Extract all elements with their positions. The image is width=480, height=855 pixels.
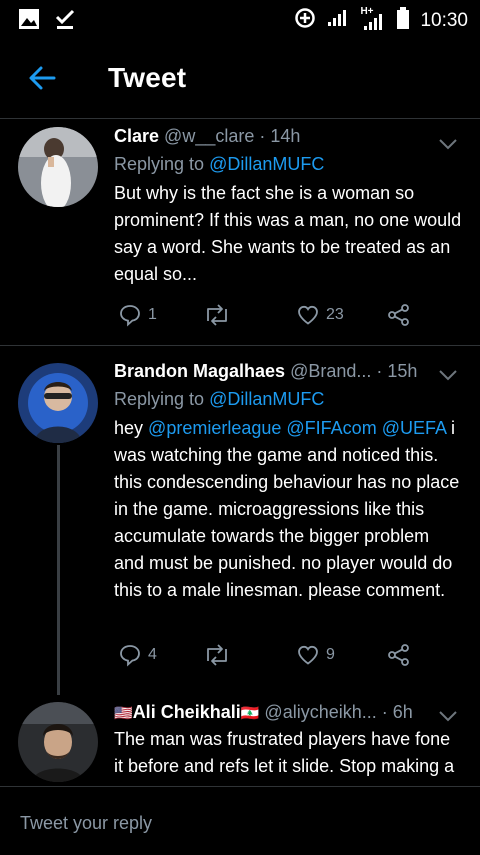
signal-icon <box>326 8 350 33</box>
tweet-text: hey @premierleague @FIFAcom @UEFA i was … <box>114 415 464 604</box>
tweet-item[interactable]: Clare @w__clare · 14h Replying to @Dilla… <box>0 119 480 345</box>
tweet-text: The man was frustrated players have fone… <box>114 729 455 785</box>
signal-hplus-icon: H+ <box>360 6 386 32</box>
arrow-left-icon <box>29 66 56 90</box>
tweet-time: · 14h <box>259 126 301 146</box>
mention-link[interactable]: @UEFA <box>382 418 446 438</box>
page-title: Tweet <box>108 62 187 93</box>
network-type-label: H+ <box>360 5 374 17</box>
tweet-text: But why is the fact she is a woman so pr… <box>114 183 462 284</box>
avatar[interactable] <box>18 127 98 207</box>
author-name[interactable]: Clare <box>114 126 159 146</box>
tweet-header: Clare @w__clare · 14h <box>114 124 464 148</box>
author-handle[interactable]: @w__clare <box>164 126 254 146</box>
tweet-actions: 4 9 <box>114 640 434 670</box>
like-count: 23 <box>326 306 344 323</box>
avatar[interactable] <box>18 363 98 443</box>
tweet-text-segment: hey <box>114 418 144 438</box>
share-button[interactable] <box>386 640 412 670</box>
share-button[interactable] <box>386 300 412 330</box>
retweet-icon <box>207 304 227 326</box>
replying-to: Replying to @DillanMUFC <box>114 387 464 411</box>
author-handle[interactable]: @Brand... <box>290 361 371 381</box>
heart-icon <box>298 645 318 665</box>
like-button[interactable]: 23 <box>296 300 344 330</box>
flag-emoji: 🇺🇸 <box>114 705 133 722</box>
replying-to-label: Replying to <box>114 154 205 174</box>
retweet-button[interactable] <box>202 640 238 670</box>
tweet-actions: 1 23 <box>114 300 434 330</box>
data-saver-icon <box>294 7 316 34</box>
avatar[interactable] <box>18 702 98 782</box>
tweet-time: · 6h <box>381 702 413 722</box>
clock: 10:30 <box>420 9 468 31</box>
reply-count: 4 <box>148 646 157 663</box>
like-count: 9 <box>326 646 335 663</box>
tweet-item[interactable]: Brandon Magalhaes @Brand... · 15h Replyi… <box>0 346 480 706</box>
tweet-header: 🇺🇸Ali Cheikhali🇱🇧 @aliycheikh... · 6h <box>114 700 464 726</box>
reply-button[interactable]: 1 <box>118 300 157 330</box>
retweet-icon <box>207 644 227 666</box>
reply-composer <box>0 786 480 855</box>
tweet-time: · 15h <box>376 361 418 381</box>
battery-icon <box>396 6 410 35</box>
reply-button[interactable]: 4 <box>118 640 157 670</box>
share-icon <box>388 644 409 666</box>
back-button[interactable] <box>26 62 58 94</box>
image-notification-icon <box>18 8 40 35</box>
like-button[interactable]: 9 <box>296 640 335 670</box>
heart-icon <box>298 305 318 325</box>
replying-to-link[interactable]: @DillanMUFC <box>209 389 324 409</box>
share-icon <box>388 304 409 326</box>
status-bar: H+ 10:30 <box>0 0 480 38</box>
flag-emoji: 🇱🇧 <box>240 705 260 722</box>
tweet-item[interactable]: 🇺🇸Ali Cheikhali🇱🇧 @aliycheikh... · 6h Th… <box>0 699 480 785</box>
app-header: Tweet <box>0 40 480 119</box>
thread-line <box>57 445 60 695</box>
author-handle[interactable]: @aliycheikh... <box>264 702 376 722</box>
mention-link[interactable]: @premierleague <box>148 418 281 438</box>
tweet-header: Brandon Magalhaes @Brand... · 15h <box>114 359 464 383</box>
comment-icon <box>120 645 140 667</box>
replying-to: Replying to @DillanMUFC <box>114 152 464 176</box>
replying-to-link[interactable]: @DillanMUFC <box>209 154 324 174</box>
tweet-text-segment: i was watching the game and noticed this… <box>114 418 460 600</box>
mention-link[interactable]: @FIFAcom <box>286 418 376 438</box>
author-name[interactable]: Ali Cheikhali <box>133 702 241 722</box>
reply-count: 1 <box>148 306 157 323</box>
comment-icon <box>120 305 140 327</box>
retweet-button[interactable] <box>202 300 238 330</box>
download-done-icon <box>54 8 76 35</box>
reply-input[interactable] <box>18 809 462 837</box>
reply-feed: Clare @w__clare · 14h Replying to @Dilla… <box>0 119 480 785</box>
author-name[interactable]: Brandon Magalhaes <box>114 361 285 381</box>
replying-to-label: Replying to <box>114 389 205 409</box>
